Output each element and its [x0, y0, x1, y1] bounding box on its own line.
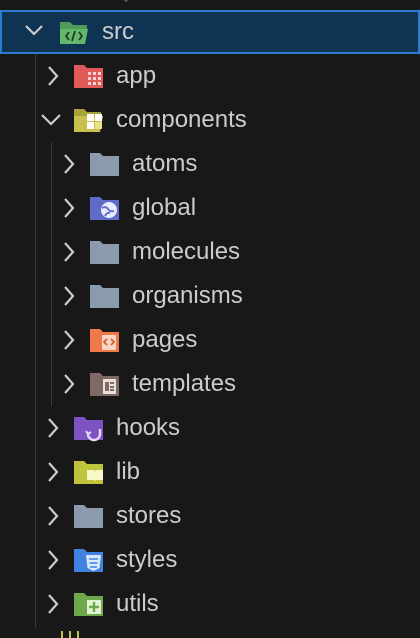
tree-item-lib[interactable]: lib: [0, 450, 420, 494]
chevron-right-icon[interactable]: [44, 494, 62, 538]
next-row-fragment: [60, 628, 84, 638]
tree-item-label: styles: [116, 546, 178, 573]
chevron-down-icon[interactable]: [40, 98, 61, 142]
chevron-right-icon[interactable]: [60, 318, 78, 362]
chevron-right-icon[interactable]: [60, 230, 78, 274]
folder-pages-icon: [89, 326, 121, 354]
tree-item-label: global: [132, 194, 197, 221]
chevron-right-icon[interactable]: [60, 274, 78, 318]
folder-global-icon: [89, 194, 121, 222]
tree-item-label: lib: [116, 458, 141, 485]
tree-item-global[interactable]: global: [0, 186, 420, 230]
folder-hooks-icon: [73, 414, 105, 442]
tree-item-stores[interactable]: stores: [0, 494, 420, 538]
chevron-right-icon[interactable]: [44, 582, 62, 626]
folder-app-icon: [73, 62, 105, 90]
file-explorer-tree: src app components atoms global molecule…: [0, 0, 420, 638]
folder-src-open-icon: [58, 18, 90, 46]
previous-row-fragment: [0, 0, 420, 6]
folder-lib-icon: [73, 458, 105, 486]
tree-item-utils[interactable]: utils: [0, 582, 420, 626]
tree-item-hooks[interactable]: hooks: [0, 406, 420, 450]
tree-item-organisms[interactable]: organisms: [0, 274, 420, 318]
chevron-right-icon[interactable]: [60, 362, 78, 406]
tree-item-src[interactable]: src: [0, 10, 420, 54]
folder-icon: [89, 282, 121, 310]
chevron-down-icon[interactable]: [22, 12, 43, 56]
tree-item-label: hooks: [116, 414, 181, 441]
tree-item-pages[interactable]: pages: [0, 318, 420, 362]
tree-item-label: templates: [132, 370, 237, 397]
chevron-right-icon[interactable]: [44, 406, 62, 450]
tree-item-label: utils: [116, 590, 159, 617]
tree-item-label: app: [116, 62, 157, 89]
tree-item-label: src: [102, 18, 134, 45]
tree-item-styles[interactable]: styles: [0, 538, 420, 582]
tree-item-label: atoms: [132, 150, 198, 177]
tree-item-atoms[interactable]: atoms: [0, 142, 420, 186]
folder-components-open-icon: [73, 106, 105, 134]
chevron-right-icon[interactable]: [44, 54, 62, 98]
tree-item-app[interactable]: app: [0, 54, 420, 98]
tree-item-molecules[interactable]: molecules: [0, 230, 420, 274]
chevron-right-icon[interactable]: [44, 450, 62, 494]
tree-item-label: pages: [132, 326, 198, 353]
tree-item-templates[interactable]: templates: [0, 362, 420, 406]
folder-utils-icon: [73, 590, 105, 618]
chevron-right-icon[interactable]: [60, 142, 78, 186]
folder-styles-icon: [73, 546, 105, 574]
folder-icon: [89, 150, 121, 178]
chevron-right-icon[interactable]: [44, 538, 62, 582]
folder-icon: [73, 502, 105, 530]
tree-item-label: components: [116, 106, 247, 133]
tree-item-components[interactable]: components: [0, 98, 420, 142]
folder-icon: [89, 238, 121, 266]
tree-item-label: molecules: [132, 238, 241, 265]
tree-item-label: stores: [116, 502, 182, 529]
tree-item-label: organisms: [132, 282, 243, 309]
chevron-right-icon[interactable]: [60, 186, 78, 230]
folder-templates-icon: [89, 370, 121, 398]
